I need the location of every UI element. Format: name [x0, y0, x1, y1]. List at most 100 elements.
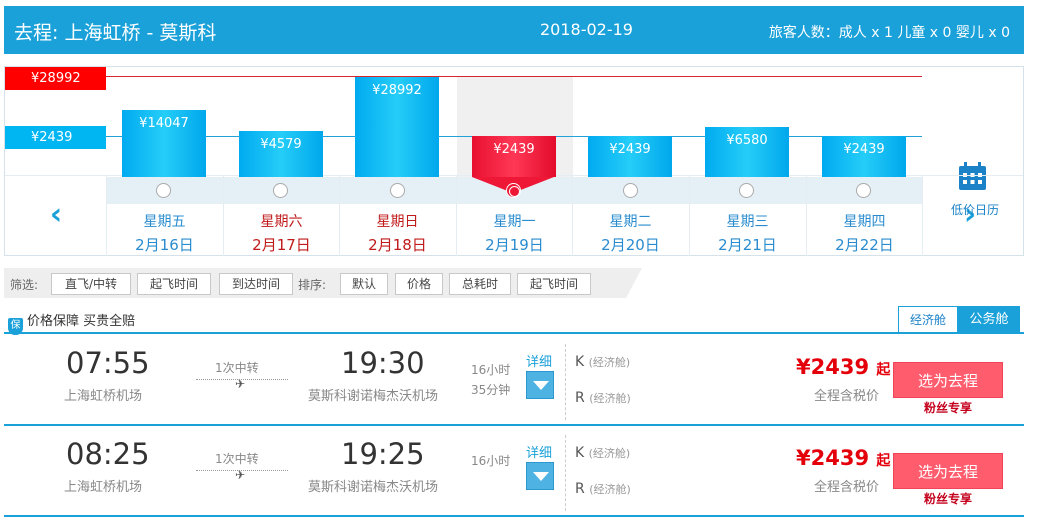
- cabin-class-k: K (经济舱): [575, 354, 630, 370]
- departure-time: 08:25: [66, 437, 150, 471]
- day-radio[interactable]: [739, 183, 754, 198]
- duration-minutes: 35分钟: [471, 383, 511, 397]
- day-weekday[interactable]: 星期四: [806, 211, 923, 231]
- day-radio[interactable]: [623, 183, 638, 198]
- calendar-icon[interactable]: [957, 161, 988, 192]
- filter-direct-transfer-button[interactable]: 直飞/中转: [51, 273, 131, 295]
- price-bar[interactable]: ¥2439: [822, 136, 906, 177]
- select-outbound-button[interactable]: 选为去程: [893, 362, 1003, 398]
- price-bar[interactable]: ¥2439: [588, 136, 672, 177]
- arrival-airport: 莫斯科谢诺梅杰沃机场: [308, 389, 439, 404]
- day-date[interactable]: 2月16日: [106, 234, 223, 255]
- tab-underline: [4, 332, 1024, 334]
- cabin-class-r: R (经济舱): [575, 390, 631, 406]
- select-outbound-button[interactable]: 选为去程: [893, 453, 1003, 489]
- tab-economy[interactable]: 经济舱: [898, 306, 958, 333]
- cabin-code: K: [575, 445, 585, 461]
- price-bar-label: ¥6580: [726, 133, 768, 148]
- passenger-count: 旅客人数：成人 x 1 儿童 x 0 婴儿 x 0: [768, 25, 1010, 41]
- price-calendar: ¥28992 ¥2439 ‹ › 低价日历 ¥14047 星期五 2月16日 ¥457…: [4, 66, 1024, 256]
- flight-row-separator: [4, 424, 1024, 426]
- cabin-name: (经济舱): [588, 447, 631, 460]
- cabin-code: K: [575, 354, 585, 370]
- day-date[interactable]: 2月20日: [572, 234, 689, 255]
- price-bar-label: ¥2439: [609, 142, 651, 157]
- cabin-name: (经济舱): [589, 483, 631, 496]
- day-weekday[interactable]: 星期五: [106, 211, 223, 231]
- cabin-class-k: K (经济舱): [575, 445, 630, 461]
- day-date[interactable]: 2月17日: [223, 234, 340, 255]
- stops-label: 1次中转: [215, 452, 259, 466]
- expand-detail-button[interactable]: [526, 371, 554, 399]
- day-radio[interactable]: [856, 183, 871, 198]
- tab-business[interactable]: 公务舱: [958, 306, 1020, 333]
- day-radio[interactable]: [273, 183, 288, 198]
- filter-depart-time-button[interactable]: 起飞时间: [137, 273, 211, 295]
- day-radio[interactable]: [506, 183, 521, 198]
- day-weekday[interactable]: 星期一: [456, 211, 573, 231]
- prev-week-arrow-icon[interactable]: ‹: [41, 197, 71, 232]
- day-weekday[interactable]: 星期二: [572, 211, 689, 231]
- day-weekday[interactable]: 星期三: [689, 211, 806, 231]
- day-radio[interactable]: [390, 183, 405, 198]
- price-guarantee-text: 价格保障 买贵全赔: [27, 314, 136, 329]
- fan-exclusive-badge: 粉丝专享: [923, 401, 972, 415]
- row-divider: [565, 435, 566, 511]
- day-date[interactable]: 2月19日: [456, 234, 573, 255]
- day-date[interactable]: 2月21日: [689, 234, 806, 255]
- day-radio[interactable]: [156, 183, 171, 198]
- route-title: 去程: 上海虹桥 - 莫斯科: [14, 22, 217, 44]
- flight-price: ¥2439 起: [796, 355, 890, 379]
- departure-date: 2018-02-19: [540, 20, 633, 39]
- plane-icon: ✈: [235, 468, 246, 482]
- filter-label: 筛选:: [10, 278, 39, 292]
- sort-depart-time-button[interactable]: 起飞时间: [517, 273, 591, 295]
- price-value: ¥2439: [796, 446, 870, 470]
- low-price-calendar-label[interactable]: 低价日历: [945, 201, 1005, 218]
- price-value: ¥2439: [796, 355, 870, 379]
- plane-icon: ✈: [235, 377, 246, 391]
- detail-link[interactable]: 详细: [526, 442, 552, 461]
- duration-hours: 16小时: [471, 454, 511, 468]
- day-date[interactable]: 2月22日: [806, 234, 923, 255]
- tax-note: 全程含税价: [814, 389, 880, 404]
- price-suffix: 起: [876, 453, 891, 469]
- fan-exclusive-badge: 粉丝专享: [923, 492, 972, 506]
- price-bar[interactable]: ¥4579: [239, 131, 323, 177]
- departure-airport: 上海虹桥机场: [64, 480, 143, 495]
- row-divider: [565, 344, 566, 420]
- cabin-code: R: [575, 390, 585, 406]
- filter-bar: 筛选: 直飞/中转 起飞时间 到达时间 排序: 默认 价格 总耗时 起飞时间: [4, 268, 642, 298]
- cabin-name: (经济舱): [589, 392, 631, 405]
- price-bar-label: ¥2439: [493, 142, 535, 157]
- sort-label: 排序:: [298, 278, 327, 292]
- price-bar-label: ¥28992: [372, 83, 422, 98]
- detail-link[interactable]: 详细: [526, 351, 552, 370]
- max-price-line: [106, 76, 922, 77]
- price-bar[interactable]: ¥6580: [705, 127, 789, 177]
- expand-detail-button[interactable]: [526, 462, 554, 490]
- price-bar-label: ¥2439: [843, 142, 885, 157]
- arrival-time: 19:30: [341, 346, 425, 380]
- day-weekday[interactable]: 星期六: [223, 211, 340, 231]
- cabin-class-r: R (经济舱): [575, 481, 631, 497]
- sort-default-button[interactable]: 默认: [340, 273, 388, 295]
- arrival-airport: 莫斯科谢诺梅杰沃机场: [308, 480, 439, 495]
- tax-note: 全程含税价: [814, 480, 880, 495]
- min-price-label: ¥2439: [5, 126, 106, 149]
- departure-airport: 上海虹桥机场: [64, 389, 143, 404]
- flight-row-separator: [4, 515, 1024, 517]
- price-bar[interactable]: ¥2439: [472, 136, 556, 193]
- sort-price-button[interactable]: 价格: [395, 273, 443, 295]
- arrival-time: 19:25: [341, 437, 425, 471]
- sort-duration-button[interactable]: 总耗时: [449, 273, 511, 295]
- day-weekday[interactable]: 星期日: [339, 211, 456, 231]
- flight-price: ¥2439 起: [796, 446, 890, 470]
- price-suffix: 起: [876, 362, 891, 378]
- filter-arrive-time-button[interactable]: 到达时间: [219, 273, 293, 295]
- price-bar[interactable]: ¥28992: [355, 77, 439, 177]
- price-bar[interactable]: ¥14047: [122, 110, 206, 177]
- day-date[interactable]: 2月18日: [339, 234, 456, 255]
- stops-label: 1次中转: [215, 361, 259, 375]
- max-price-label: ¥28992: [5, 67, 106, 90]
